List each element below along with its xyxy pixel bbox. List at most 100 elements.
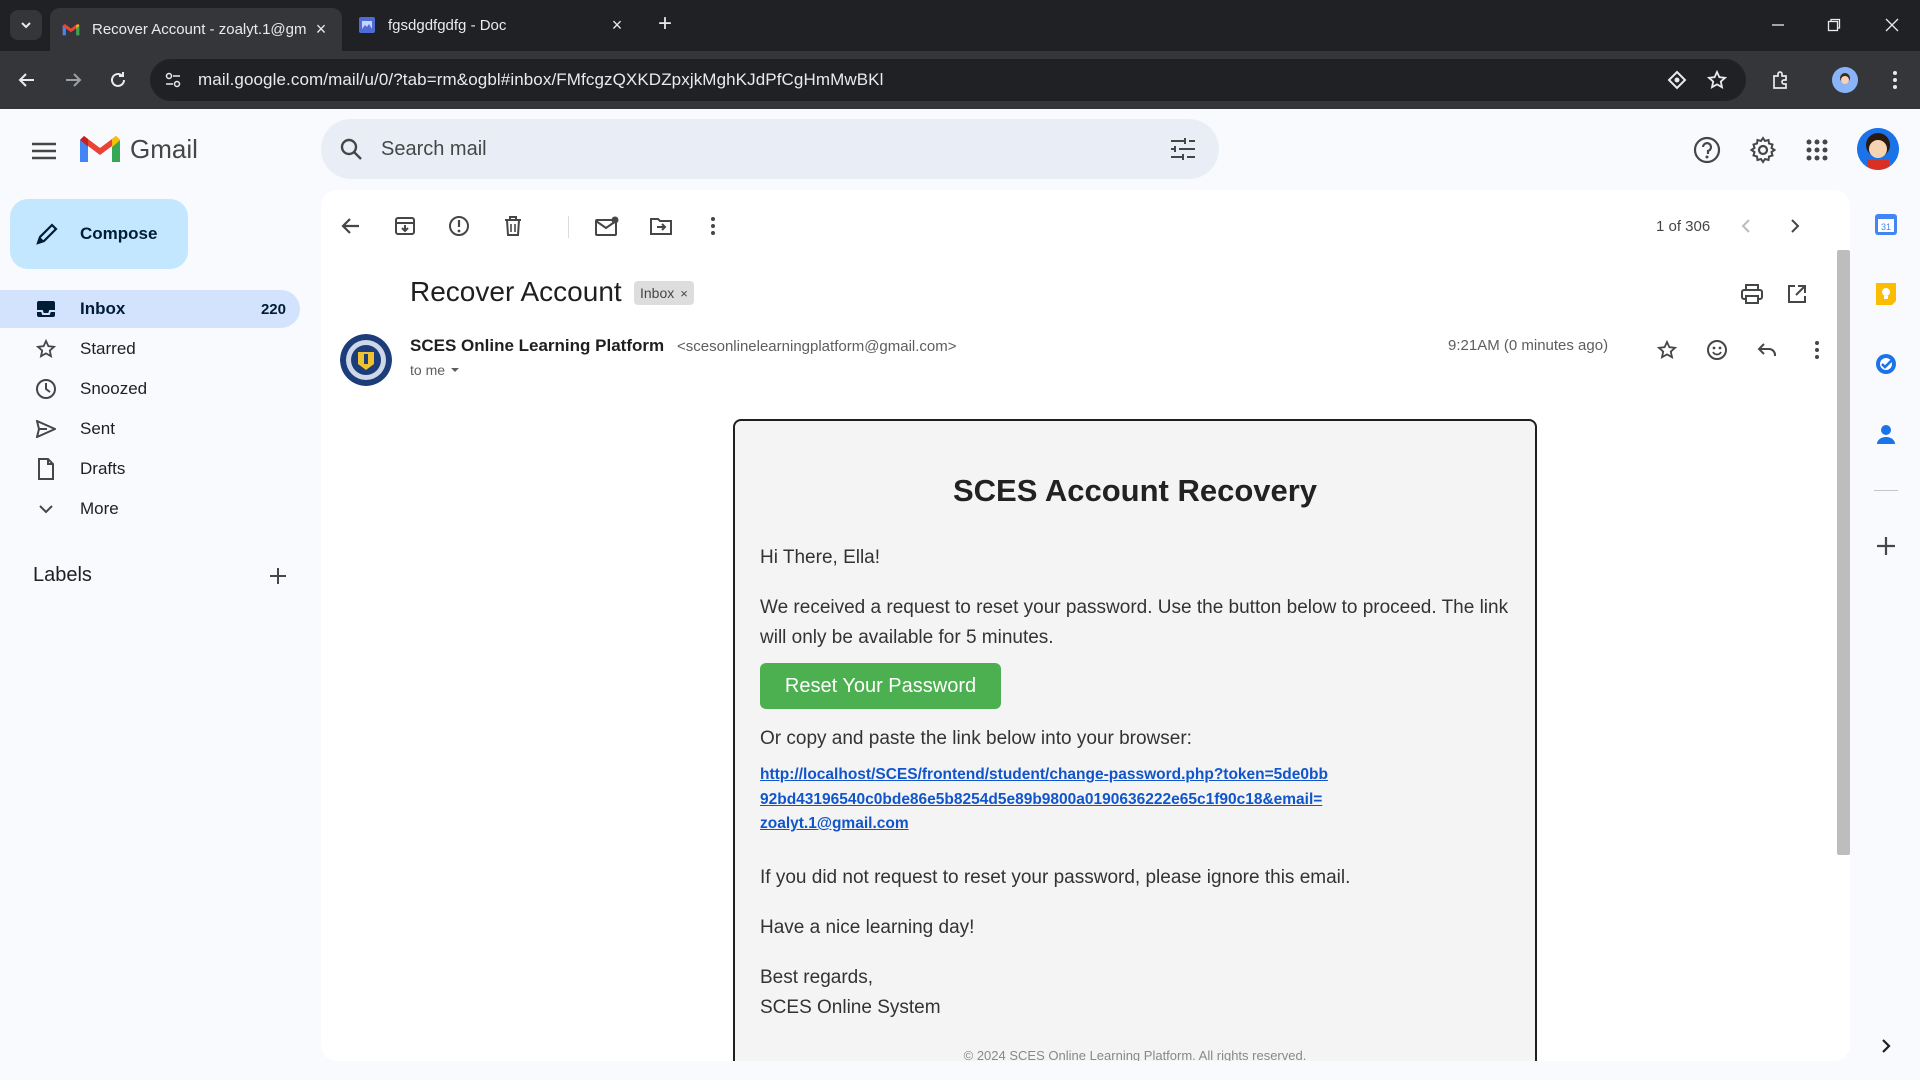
star-message-button[interactable] <box>1649 332 1685 368</box>
send-icon <box>34 417 58 441</box>
nav-item-label: Inbox <box>80 299 126 318</box>
site-info-icon[interactable] <box>158 65 188 95</box>
pagination-text: 1 of 306 <box>1656 218 1711 235</box>
back-to-inbox-button[interactable] <box>333 208 369 244</box>
trash-icon <box>505 216 521 236</box>
nav-item-label: Drafts <box>80 459 126 478</box>
open-in-new-icon <box>1788 285 1806 303</box>
chevron-right-icon <box>1791 219 1800 233</box>
mark-unread-button[interactable] <box>589 208 625 244</box>
address-bar[interactable]: mail.google.com/mail/u/0/?tab=rm&ogbl#in… <box>150 59 1746 101</box>
reset-link[interactable]: http://localhost/SCES/frontend/student/c… <box>760 763 1330 837</box>
restore-button[interactable] <box>1814 10 1854 40</box>
account-avatar[interactable] <box>1857 128 1899 170</box>
message-more-button[interactable] <box>1799 332 1835 368</box>
nav-item-starred[interactable]: Starred <box>0 330 300 368</box>
recipient-details[interactable]: to me <box>410 362 465 378</box>
keep-app-icon[interactable] <box>1872 280 1900 308</box>
gmail-logo[interactable]: Gmail <box>80 134 198 165</box>
archive-button[interactable] <box>387 208 423 244</box>
draft-icon <box>34 457 58 481</box>
extensions-icon[interactable] <box>1766 65 1796 95</box>
close-window-button[interactable] <box>1872 10 1912 40</box>
nav-item-label: Sent <box>80 419 115 438</box>
browser-tab-active[interactable]: Recover Account - zoalyt.1@gm × <box>50 8 342 51</box>
close-tab-icon[interactable]: × <box>608 15 626 36</box>
plus-icon <box>270 568 286 584</box>
chevron-left-icon <box>1741 219 1750 233</box>
nav-item-label: More <box>80 499 119 518</box>
open-new-window-button[interactable] <box>1779 276 1815 312</box>
new-tab-button[interactable]: + <box>652 12 678 38</box>
email-copy-instruction: Or copy and paste the link below into yo… <box>760 728 1192 749</box>
nav-item-inbox[interactable]: Inbox 220 <box>0 290 300 328</box>
gmail-logo-icon <box>80 135 120 162</box>
email-ignore-note: If you did not request to reset your pas… <box>760 867 1351 888</box>
chevron-down-icon <box>34 497 58 521</box>
main-menu-button[interactable] <box>26 133 62 169</box>
show-side-panel-icon[interactable] <box>1872 1032 1900 1060</box>
arrow-left-icon <box>341 218 359 234</box>
more-actions-button[interactable] <box>695 208 731 244</box>
search-input[interactable]: Search mail <box>381 138 487 161</box>
contacts-app-icon[interactable] <box>1872 420 1900 448</box>
report-icon <box>449 216 469 236</box>
nav-item-snoozed[interactable]: Snoozed <box>0 370 300 408</box>
browser-tab-inactive[interactable]: fgsdgdfgdfg - Doc × <box>346 8 638 42</box>
get-addons-icon[interactable] <box>1872 532 1900 560</box>
nav-item-drafts[interactable]: Drafts <box>0 450 300 488</box>
bookmark-star-icon[interactable] <box>1702 65 1732 95</box>
report-spam-button[interactable] <box>441 208 477 244</box>
close-icon <box>1885 18 1899 32</box>
minimize-button[interactable] <box>1758 10 1798 40</box>
browser-menu-icon[interactable] <box>1880 65 1910 95</box>
arrow-left-icon <box>18 73 34 87</box>
lens-icon[interactable] <box>1662 65 1692 95</box>
profile-avatar-icon[interactable] <box>1832 67 1858 93</box>
settings-gear-icon[interactable] <box>1745 132 1781 168</box>
delete-button[interactable] <box>495 208 531 244</box>
newer-button[interactable] <box>1728 208 1764 244</box>
sender-avatar[interactable] <box>340 334 392 386</box>
unread-count: 220 <box>260 300 286 318</box>
recipient-text: to me <box>410 362 446 378</box>
calendar-app-icon[interactable]: 31 <box>1872 210 1900 238</box>
close-tab-icon[interactable]: × <box>312 19 330 40</box>
search-icon[interactable] <box>335 133 367 165</box>
search-options-icon[interactable] <box>1167 133 1199 165</box>
caret-down-icon <box>451 368 460 372</box>
gmail-icon <box>62 23 80 35</box>
remove-label-icon[interactable]: × <box>680 286 688 301</box>
nav-item-sent[interactable]: Sent <box>0 410 300 448</box>
side-panel-divider <box>1874 490 1898 491</box>
nav-item-more[interactable]: More <box>0 490 300 528</box>
apps-grid-icon[interactable] <box>1799 132 1835 168</box>
add-reaction-button[interactable] <box>1699 332 1735 368</box>
compose-button[interactable]: Compose <box>10 199 188 269</box>
email-body-card: SCES Account Recovery Hi There, Ella! We… <box>733 419 1537 1061</box>
email-signoff-line2: SCES Online System <box>760 997 941 1018</box>
reset-password-button[interactable]: Reset Your Password <box>760 663 1001 709</box>
search-bar[interactable]: Search mail <box>321 119 1219 179</box>
older-button[interactable] <box>1777 208 1813 244</box>
toolbar-divider <box>568 216 569 238</box>
print-button[interactable] <box>1734 276 1770 312</box>
reload-button[interactable] <box>103 65 133 95</box>
reply-button[interactable] <box>1749 332 1785 368</box>
avatar-icon <box>1857 128 1899 170</box>
inbox-label-chip[interactable]: Inbox × <box>634 281 694 305</box>
tab-search-button[interactable] <box>10 10 42 40</box>
email-greeting: Hi There, Ella! <box>760 547 881 568</box>
label-chip-text: Inbox <box>640 285 675 301</box>
add-label-button[interactable] <box>264 562 292 590</box>
school-seal-icon <box>340 334 392 386</box>
back-button[interactable] <box>12 65 42 95</box>
labels-heading: Labels <box>33 564 92 586</box>
forward-button[interactable] <box>58 65 88 95</box>
help-icon[interactable] <box>1689 132 1725 168</box>
scrollbar-thumb[interactable] <box>1837 250 1850 855</box>
move-to-button[interactable] <box>643 208 679 244</box>
tasks-app-icon[interactable] <box>1872 350 1900 378</box>
nav-item-label: Starred <box>80 339 136 358</box>
message-time: 9:21AM (0 minutes ago) <box>1448 337 1609 354</box>
